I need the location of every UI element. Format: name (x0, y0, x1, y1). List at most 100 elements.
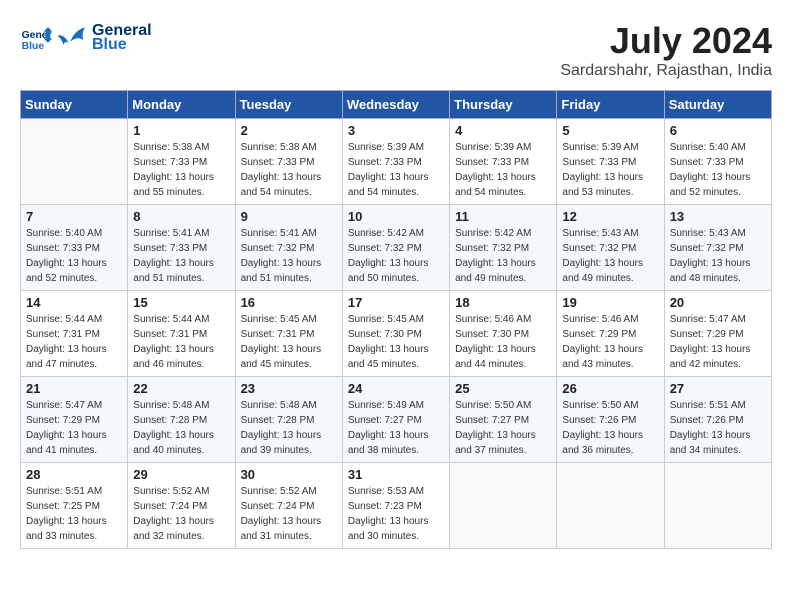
calendar-cell: 26Sunrise: 5:50 AM Sunset: 7:26 PM Dayli… (557, 377, 664, 463)
header-day-sunday: Sunday (21, 91, 128, 119)
calendar-cell: 14 Sunrise: 5:44 AM Sunset: 7:31 PM Dayli… (21, 291, 128, 377)
day-number: 4 (455, 123, 551, 138)
day-number: 23 (241, 381, 337, 396)
day-info: Sunrise: 5:47 AM Sunset: 7:29 PM Dayligh… (26, 398, 122, 458)
calendar-week-row: 28 Sunrise: 5:51 AM Sunset: 7:25 PM Dayli… (21, 463, 772, 549)
day-number: 5 (562, 123, 658, 138)
day-info: Sunrise: 5:41 AM Sunset: 7:32 PM Dayligh… (241, 226, 337, 286)
logo-bird-icon (56, 20, 92, 56)
day-number: 29 (133, 467, 229, 482)
day-number: 11 (455, 209, 551, 224)
day-info: Sunrise: 5:39 AM Sunset: 7:33 PM Dayligh… (348, 140, 444, 200)
day-number: 10 (348, 209, 444, 224)
calendar-cell: 20 Sunrise: 5:47 AM Sunset: 7:29 PM Dayli… (664, 291, 771, 377)
day-number: 30 (241, 467, 337, 482)
day-number: 25 (455, 381, 551, 396)
day-number: 21 (26, 381, 122, 396)
day-number: 9 (241, 209, 337, 224)
calendar-cell: 24 Sunrise: 5:49 AM Sunset: 7:27 PM Dayli… (342, 377, 449, 463)
calendar-cell: 4Sunrise: 5:39 AM Sunset: 7:33 PM Daylig… (450, 119, 557, 205)
day-number: 8 (133, 209, 229, 224)
calendar-cell: 19Sunrise: 5:46 AM Sunset: 7:29 PM Dayli… (557, 291, 664, 377)
day-number: 28 (26, 467, 122, 482)
calendar-week-row: 7 Sunrise: 5:40 AM Sunset: 7:33 PM Daylig… (21, 205, 772, 291)
day-info: Sunrise: 5:40 AM Sunset: 7:33 PM Dayligh… (26, 226, 122, 286)
day-info: Sunrise: 5:42 AM Sunset: 7:32 PM Dayligh… (455, 226, 551, 286)
calendar-cell: 8Sunrise: 5:41 AM Sunset: 7:33 PM Daylig… (128, 205, 235, 291)
header-day-thursday: Thursday (450, 91, 557, 119)
day-info: Sunrise: 5:42 AM Sunset: 7:32 PM Dayligh… (348, 226, 444, 286)
day-info: Sunrise: 5:47 AM Sunset: 7:29 PM Dayligh… (670, 312, 766, 372)
day-info: Sunrise: 5:48 AM Sunset: 7:28 PM Dayligh… (133, 398, 229, 458)
calendar-cell: 15 Sunrise: 5:44 AM Sunset: 7:31 PM Dayli… (128, 291, 235, 377)
day-info: Sunrise: 5:50 AM Sunset: 7:27 PM Dayligh… (455, 398, 551, 458)
day-number: 15 (133, 295, 229, 310)
day-number: 18 (455, 295, 551, 310)
day-number: 24 (348, 381, 444, 396)
day-number: 16 (241, 295, 337, 310)
month-year-title: July 2024 (560, 20, 772, 62)
calendar-cell: 9 Sunrise: 5:41 AM Sunset: 7:32 PM Daylig… (235, 205, 342, 291)
day-number: 27 (670, 381, 766, 396)
day-info: Sunrise: 5:38 AM Sunset: 7:33 PM Dayligh… (241, 140, 337, 200)
calendar-cell: 28 Sunrise: 5:51 AM Sunset: 7:25 PM Dayli… (21, 463, 128, 549)
header-day-wednesday: Wednesday (342, 91, 449, 119)
calendar-cell: 7 Sunrise: 5:40 AM Sunset: 7:33 PM Daylig… (21, 205, 128, 291)
calendar-cell: 5 Sunrise: 5:39 AM Sunset: 7:33 PM Daylig… (557, 119, 664, 205)
calendar-cell: 31Sunrise: 5:53 AM Sunset: 7:23 PM Dayli… (342, 463, 449, 549)
calendar-week-row: 14 Sunrise: 5:44 AM Sunset: 7:31 PM Dayli… (21, 291, 772, 377)
calendar-cell: 29Sunrise: 5:52 AM Sunset: 7:24 PM Dayli… (128, 463, 235, 549)
calendar-table: SundayMondayTuesdayWednesdayThursdayFrid… (20, 90, 772, 549)
day-number: 7 (26, 209, 122, 224)
calendar-cell: 16Sunrise: 5:45 AM Sunset: 7:31 PM Dayli… (235, 291, 342, 377)
location-subtitle: Sardarshahr, Rajasthan, India (560, 62, 772, 80)
day-number: 14 (26, 295, 122, 310)
calendar-cell: 17 Sunrise: 5:45 AM Sunset: 7:30 PM Dayli… (342, 291, 449, 377)
calendar-week-row: 1 Sunrise: 5:38 AM Sunset: 7:33 PM Daylig… (21, 119, 772, 205)
day-info: Sunrise: 5:38 AM Sunset: 7:33 PM Dayligh… (133, 140, 229, 200)
header-day-monday: Monday (128, 91, 235, 119)
calendar-cell: 18Sunrise: 5:46 AM Sunset: 7:30 PM Dayli… (450, 291, 557, 377)
day-number: 12 (562, 209, 658, 224)
day-info: Sunrise: 5:53 AM Sunset: 7:23 PM Dayligh… (348, 484, 444, 544)
calendar-header-row: SundayMondayTuesdayWednesdayThursdayFrid… (21, 91, 772, 119)
logo-icon: General Blue (20, 22, 52, 54)
calendar-cell: 12 Sunrise: 5:43 AM Sunset: 7:32 PM Dayli… (557, 205, 664, 291)
day-info: Sunrise: 5:39 AM Sunset: 7:33 PM Dayligh… (562, 140, 658, 200)
day-number: 13 (670, 209, 766, 224)
calendar-cell (450, 463, 557, 549)
header-day-tuesday: Tuesday (235, 91, 342, 119)
day-info: Sunrise: 5:46 AM Sunset: 7:29 PM Dayligh… (562, 312, 658, 372)
day-number: 2 (241, 123, 337, 138)
svg-text:Blue: Blue (22, 41, 45, 52)
day-number: 26 (562, 381, 658, 396)
day-info: Sunrise: 5:51 AM Sunset: 7:26 PM Dayligh… (670, 398, 766, 458)
calendar-cell: 22Sunrise: 5:48 AM Sunset: 7:28 PM Dayli… (128, 377, 235, 463)
calendar-cell (557, 463, 664, 549)
calendar-cell (664, 463, 771, 549)
calendar-cell: 21 Sunrise: 5:47 AM Sunset: 7:29 PM Dayli… (21, 377, 128, 463)
day-info: Sunrise: 5:48 AM Sunset: 7:28 PM Dayligh… (241, 398, 337, 458)
day-number: 17 (348, 295, 444, 310)
day-info: Sunrise: 5:43 AM Sunset: 7:32 PM Dayligh… (562, 226, 658, 286)
calendar-cell: 11 Sunrise: 5:42 AM Sunset: 7:32 PM Dayli… (450, 205, 557, 291)
day-info: Sunrise: 5:52 AM Sunset: 7:24 PM Dayligh… (241, 484, 337, 544)
day-info: Sunrise: 5:49 AM Sunset: 7:27 PM Dayligh… (348, 398, 444, 458)
day-info: Sunrise: 5:44 AM Sunset: 7:31 PM Dayligh… (133, 312, 229, 372)
calendar-cell: 3Sunrise: 5:39 AM Sunset: 7:33 PM Daylig… (342, 119, 449, 205)
day-info: Sunrise: 5:45 AM Sunset: 7:30 PM Dayligh… (348, 312, 444, 372)
day-number: 6 (670, 123, 766, 138)
calendar-week-row: 21 Sunrise: 5:47 AM Sunset: 7:29 PM Dayli… (21, 377, 772, 463)
calendar-cell: 13Sunrise: 5:43 AM Sunset: 7:32 PM Dayli… (664, 205, 771, 291)
calendar-cell: 1 Sunrise: 5:38 AM Sunset: 7:33 PM Daylig… (128, 119, 235, 205)
calendar-cell: 30 Sunrise: 5:52 AM Sunset: 7:24 PM Dayli… (235, 463, 342, 549)
calendar-cell: 27 Sunrise: 5:51 AM Sunset: 7:26 PM Dayli… (664, 377, 771, 463)
calendar-cell (21, 119, 128, 205)
logo: General Blue General Blue (20, 20, 152, 56)
page-header: General Blue General Blue July 2024 Sard… (20, 20, 772, 80)
day-number: 1 (133, 123, 229, 138)
day-number: 20 (670, 295, 766, 310)
day-info: Sunrise: 5:44 AM Sunset: 7:31 PM Dayligh… (26, 312, 122, 372)
day-info: Sunrise: 5:51 AM Sunset: 7:25 PM Dayligh… (26, 484, 122, 544)
header-day-saturday: Saturday (664, 91, 771, 119)
